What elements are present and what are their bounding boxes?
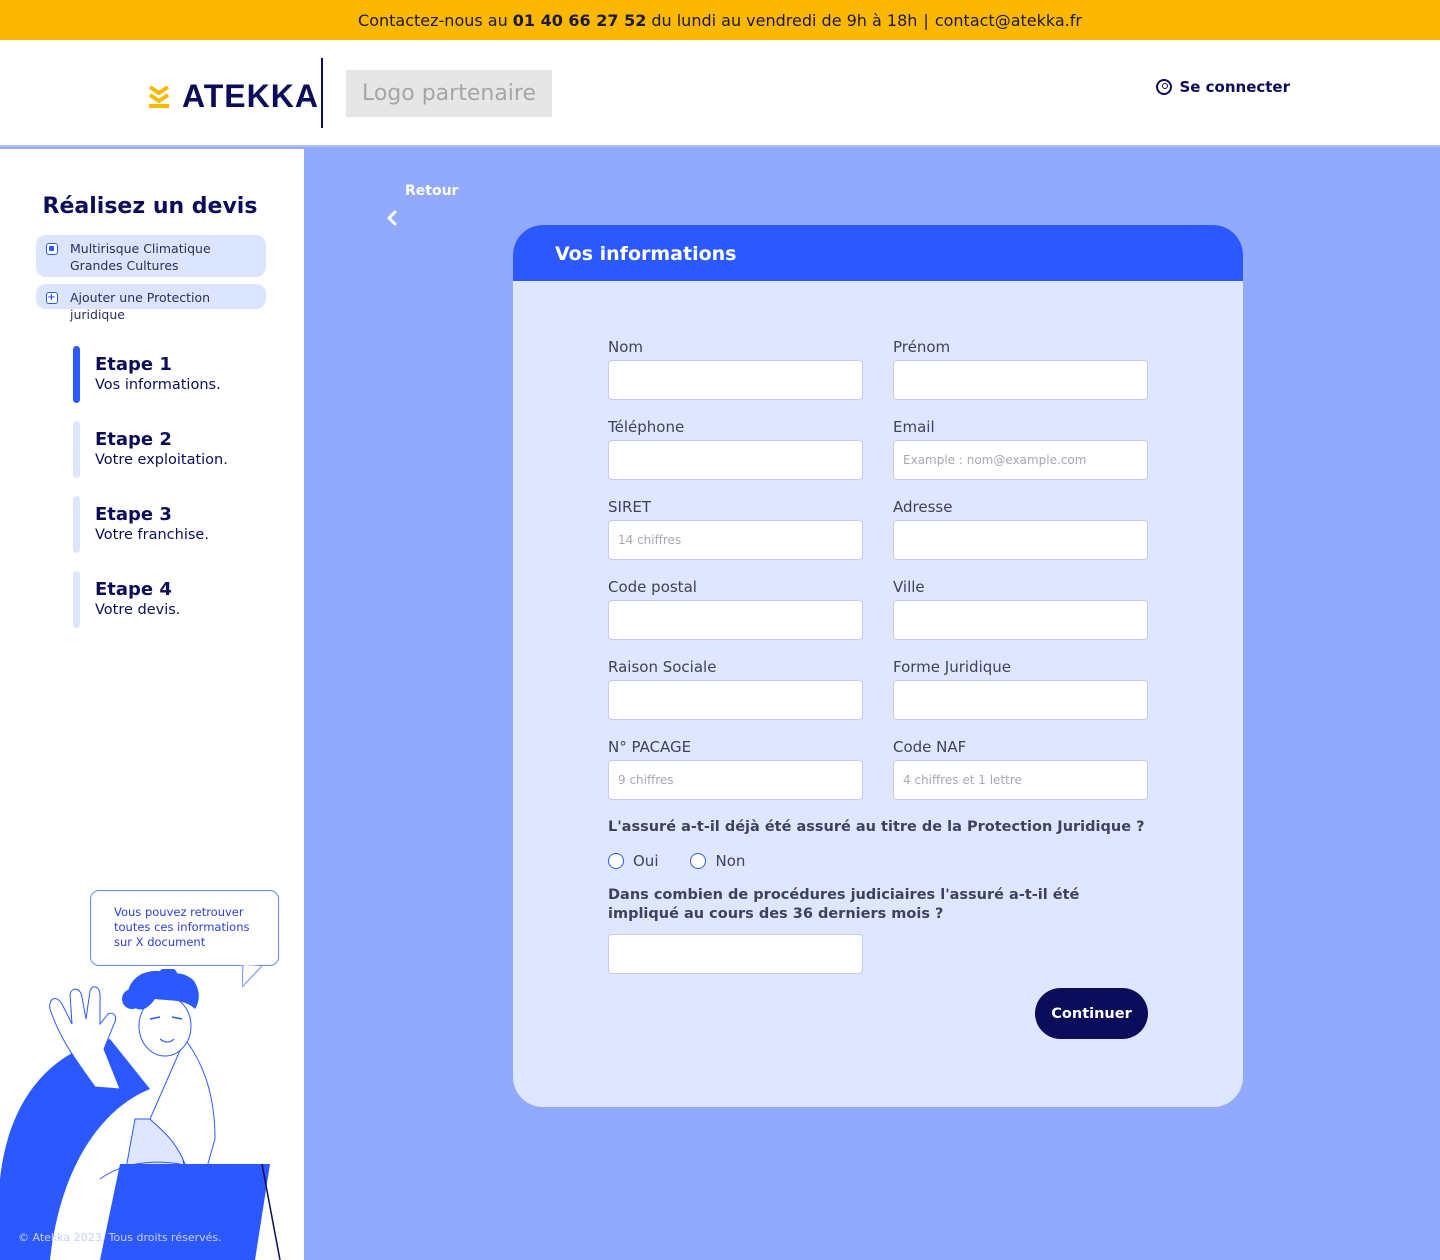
product-pill-protection-juridique[interactable]: Ajouter une Protection juridique	[36, 284, 266, 322]
product-label: Multirisque Climatique Grandes Cultures	[70, 241, 211, 273]
continue-button[interactable]: Continuer	[1035, 988, 1148, 1039]
form-title: Vos informations	[513, 225, 1243, 281]
field-email: Email	[893, 418, 1148, 480]
login-label: Se connecter	[1179, 78, 1290, 96]
contact-email[interactable]: contact@atekka.fr	[935, 11, 1082, 30]
raison-sociale-input[interactable]	[608, 680, 863, 720]
question-procedures: Dans combien de procédures judiciaires l…	[608, 887, 1080, 922]
radio-non[interactable]: Non	[690, 852, 745, 870]
field-label: Code NAF	[893, 738, 967, 756]
radio-label: Oui	[633, 852, 659, 870]
field-forme-juridique: Forme Juridique	[893, 658, 1148, 720]
step-description: Votre devis.	[95, 602, 181, 618]
field-code-naf: Code NAF	[893, 738, 1148, 800]
radio-label: Non	[715, 852, 746, 870]
field-label: Ville	[893, 578, 925, 596]
radio-oui[interactable]: Oui	[608, 852, 658, 870]
step-indicator	[73, 346, 80, 403]
contact-prefix: Contactez-nous au	[358, 10, 508, 30]
question-protection-juridique: L'assuré a-t-il déjà été assuré au titre…	[608, 819, 1145, 835]
logo-chevron-icon	[148, 83, 170, 111]
chevron-left-icon	[387, 210, 397, 226]
product-label: Ajouter une Protection juridique	[70, 290, 211, 322]
step-description: Votre exploitation.	[95, 452, 228, 468]
brand-name: ATEKKA	[182, 78, 319, 114]
field-label: Raison Sociale	[608, 658, 717, 676]
sidebar: Réalisez un devis Multirisque Climatique…	[0, 149, 304, 1260]
radio-circle[interactable]	[690, 853, 707, 869]
field-label: N° PACAGE	[608, 738, 692, 756]
step-title: Etape 2	[95, 429, 172, 450]
nom-input[interactable]	[608, 360, 863, 400]
user-icon	[1156, 79, 1173, 95]
step-indicator	[73, 496, 80, 553]
add-product-checkbox[interactable]	[46, 289, 58, 306]
step-description: Vos informations.	[95, 377, 221, 393]
prenom-input[interactable]	[893, 360, 1148, 400]
copyright: © Atekka 2023. Tous droits réservés.	[18, 1231, 222, 1244]
field-nom: Nom	[608, 338, 863, 400]
field-label: Téléphone	[608, 418, 685, 436]
field-label: SIRET	[608, 498, 652, 516]
step-description: Votre franchise.	[95, 527, 209, 543]
adresse-input[interactable]	[893, 520, 1148, 560]
siret-input[interactable]	[608, 520, 863, 560]
step-title: Etape 4	[95, 579, 172, 600]
step-indicator	[73, 571, 80, 628]
pacage-input[interactable]	[608, 760, 863, 800]
field-prenom: Prénom	[893, 338, 1148, 400]
header-divider	[321, 58, 323, 128]
pj-radio-group: Oui Non	[608, 852, 777, 870]
field-label: Code postal	[608, 578, 697, 596]
atekka-logo[interactable]: ATEKKA	[148, 78, 319, 115]
radio-circle[interactable]	[608, 853, 624, 869]
email-input[interactable]	[893, 440, 1148, 480]
form-card: Vos informations Nom Prénom Téléphone Em…	[513, 225, 1243, 1107]
code-naf-input[interactable]	[893, 760, 1148, 800]
login-button[interactable]: Se connecter	[1156, 78, 1290, 96]
field-adresse: Adresse	[893, 498, 1148, 560]
field-siret: SIRET	[608, 498, 863, 560]
back-label: Retour	[405, 183, 459, 199]
field-telephone: Téléphone	[608, 418, 863, 480]
field-code-postal: Code postal	[608, 578, 863, 640]
field-label: Forme Juridique	[893, 658, 1011, 676]
field-procedures	[608, 934, 863, 974]
code-postal-input[interactable]	[608, 600, 863, 640]
step-title: Etape 1	[95, 354, 172, 375]
forme-juridique-input[interactable]	[893, 680, 1148, 720]
field-label: Adresse	[893, 498, 953, 516]
procedures-input[interactable]	[608, 934, 863, 974]
contact-separator: |	[923, 10, 929, 30]
field-pacage: N° PACAGE	[608, 738, 863, 800]
step-title: Etape 3	[95, 504, 172, 525]
telephone-input[interactable]	[608, 440, 863, 480]
partner-logo: Logo partenaire	[346, 70, 552, 117]
contact-bar: Contactez-nous au 01 40 66 27 52 du lund…	[0, 0, 1440, 40]
person-illustration	[0, 969, 281, 1260]
contact-hours: du lundi au vendredi de 9h à 18h	[651, 10, 918, 30]
product-checkbox[interactable]	[46, 243, 58, 255]
field-label: Email	[893, 418, 935, 436]
contact-phone[interactable]: 01 40 66 27 52	[513, 11, 647, 30]
site-header: ATEKKA Logo partenaire Se connecter	[0, 40, 1440, 147]
field-ville: Ville	[893, 578, 1148, 640]
field-label: Nom	[608, 338, 644, 356]
help-bubble: Vous pouvez retrouver toutes ces informa…	[90, 890, 279, 966]
product-pill-multirisque[interactable]: Multirisque Climatique Grandes Cultures	[36, 235, 266, 277]
field-raison-sociale: Raison Sociale	[608, 658, 863, 720]
field-label: Prénom	[893, 338, 951, 356]
ville-input[interactable]	[893, 600, 1148, 640]
step-indicator	[73, 421, 80, 478]
sidebar-title: Réalisez un devis	[42, 194, 258, 219]
